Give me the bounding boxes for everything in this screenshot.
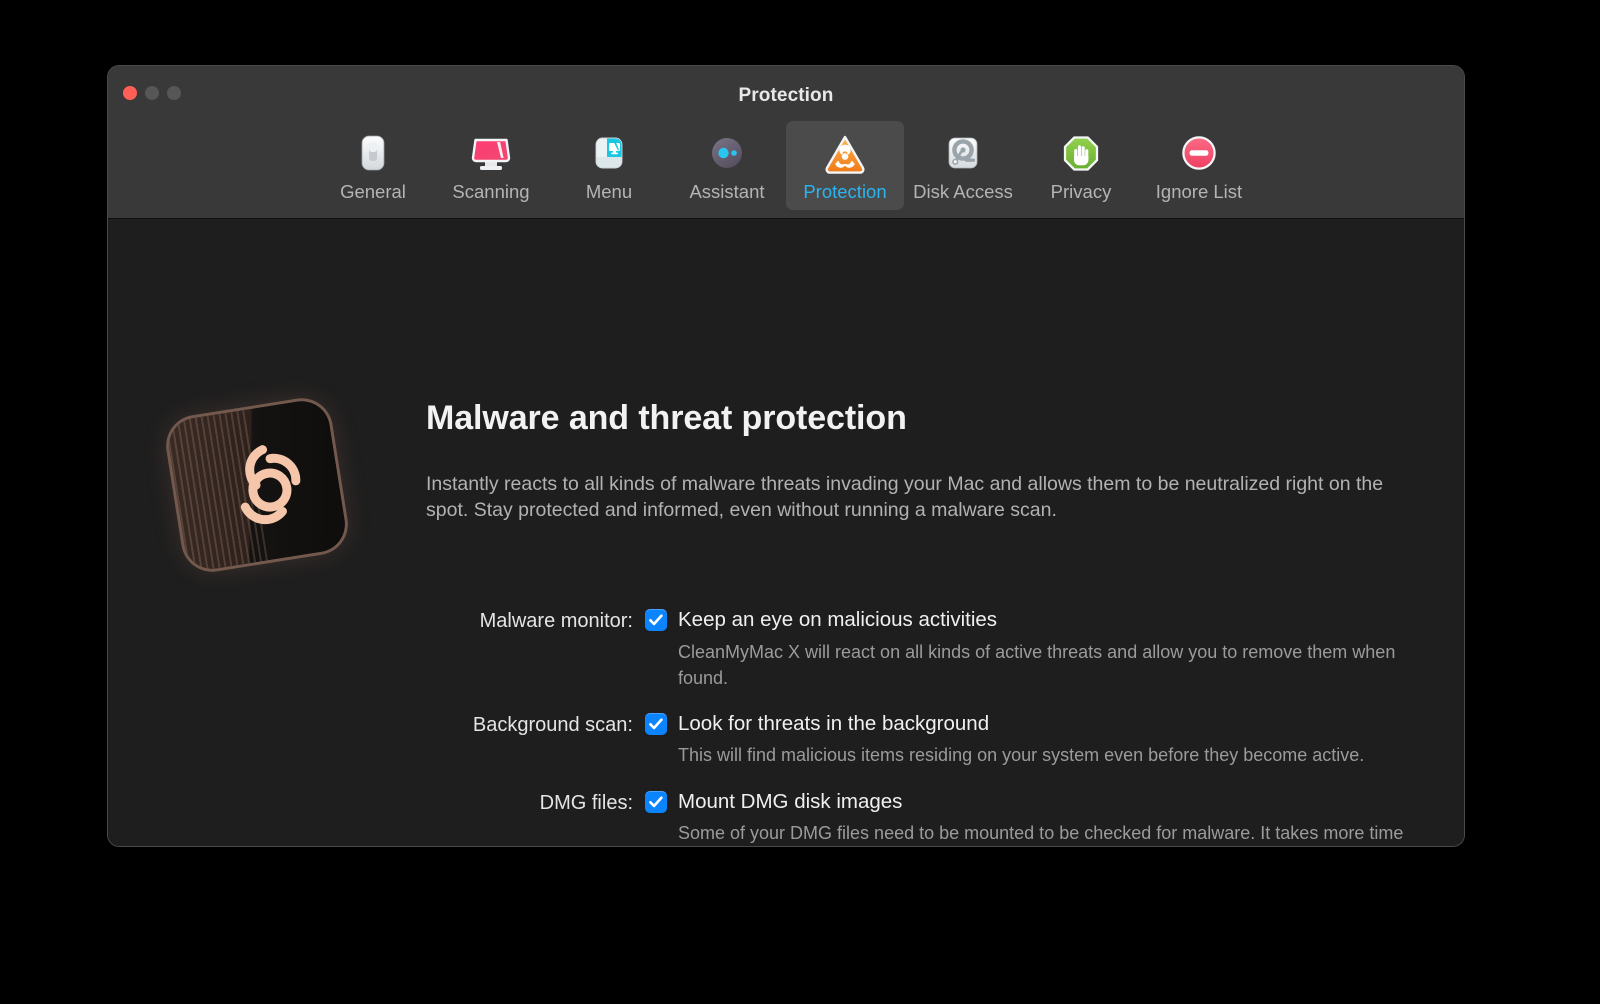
checkbox-label-dmg-files[interactable]: Mount DMG disk images [678, 789, 902, 815]
privacy-icon [1058, 131, 1104, 177]
checkbox-label-background-scan[interactable]: Look for threats in the background [678, 711, 989, 737]
tab-protection[interactable]: Protection [786, 121, 904, 210]
general-icon [350, 131, 396, 177]
option-label-background-scan: Background scan: [472, 713, 633, 736]
tab-assistant[interactable]: Assistant [668, 121, 786, 210]
tab-general[interactable]: General [314, 121, 432, 210]
preferences-toolbar: General Scanning Menu Assistant Protecti… [108, 121, 1464, 210]
preferences-window: Protection General Scanning Menu Assista… [108, 66, 1464, 846]
tab-scanning-label: Scanning [452, 181, 530, 202]
checkbox-malware-monitor[interactable] [645, 609, 667, 631]
checkbox-label-malware-monitor[interactable]: Keep an eye on malicious activities [678, 607, 997, 633]
option-label-dmg-files: DMG files: [539, 791, 633, 814]
ignore-list-icon [1176, 131, 1222, 177]
protection-description-block: Malware and threat protection Instantly … [426, 399, 1426, 524]
tab-privacy-label: Privacy [1050, 181, 1112, 202]
option-row-malware-monitor: Malware monitor: Keep an eye on maliciou… [108, 607, 1464, 691]
protection-options-list: Malware monitor: Keep an eye on maliciou… [108, 607, 1464, 846]
scanning-icon [468, 131, 514, 177]
tab-disk-access[interactable]: Disk Access [904, 121, 1022, 210]
tab-privacy[interactable]: Privacy [1022, 121, 1140, 210]
biohazard-symbol-icon [240, 445, 301, 525]
assistant-icon [704, 131, 750, 177]
tab-menu[interactable]: Menu [550, 121, 668, 210]
checkbox-dmg-files[interactable] [645, 790, 667, 813]
option-hint-dmg-files: Some of your DMG files need to be mounte… [678, 823, 1404, 844]
option-row-background-scan: Background scan: Look for threats in the… [108, 711, 1464, 769]
menu-icon [586, 131, 632, 177]
window-chrome: Protection General Scanning Menu Assista… [108, 66, 1464, 219]
option-label-malware-monitor: Malware monitor: [479, 610, 633, 632]
page-description: Instantly reacts to all kinds of malware… [426, 473, 1384, 521]
checkbox-background-scan[interactable] [645, 712, 667, 735]
page-title: Malware and threat protection [426, 399, 907, 437]
tab-protection-label: Protection [803, 181, 887, 202]
protection-icon [822, 131, 868, 177]
tab-ignore-list[interactable]: Ignore List [1140, 121, 1258, 210]
tab-ignore-list-label: Ignore List [1155, 181, 1243, 202]
option-hint-malware-monitor: CleanMyMac X will react on all kinds of … [678, 641, 1396, 688]
option-row-dmg-files: DMG files: Mount DMG disk images Some of… [108, 789, 1464, 846]
option-hint-background-scan: This will find malicious items residing … [678, 745, 1365, 766]
tab-assistant-label: Assistant [689, 181, 765, 202]
protection-settings-pane: Malware and threat protection Instantly … [108, 219, 1464, 846]
tab-scanning[interactable]: Scanning [432, 121, 550, 210]
tab-general-label: General [340, 181, 406, 202]
tab-disk-access-label: Disk Access [913, 181, 1013, 202]
window-title: Protection [738, 85, 834, 106]
tab-menu-label: Menu [585, 181, 633, 202]
disk-access-icon [940, 131, 986, 177]
malware-protection-illustration [160, 397, 356, 583]
